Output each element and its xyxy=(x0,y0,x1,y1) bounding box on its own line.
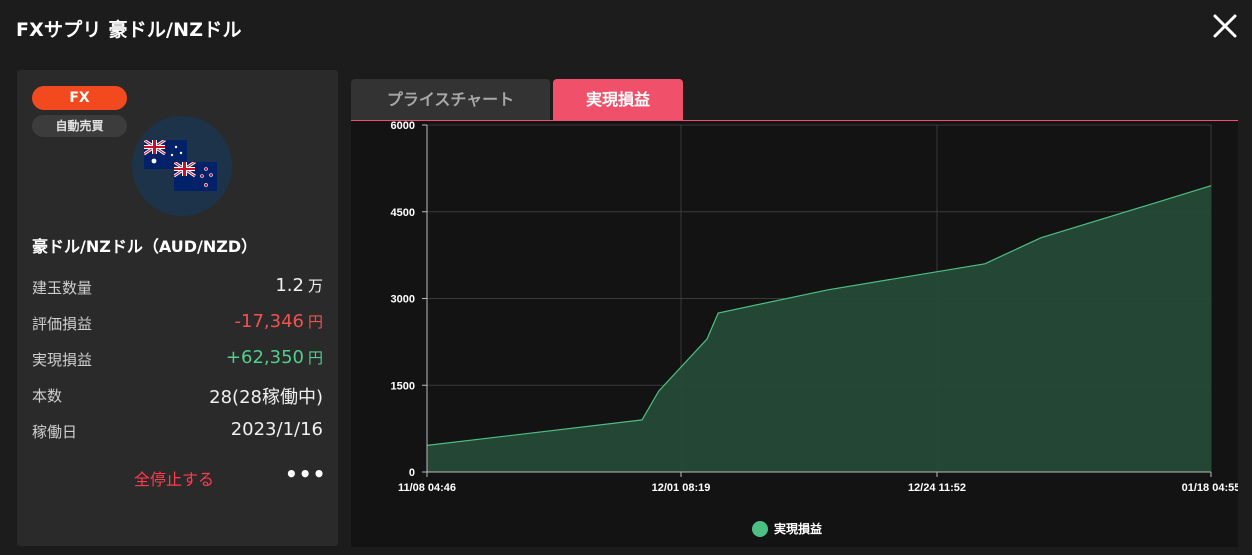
y-tick-label: 0 xyxy=(409,467,415,479)
dialog-title: FXサプリ 豪ドル/NZドル xyxy=(16,19,242,41)
strategy-count-label: 本数 xyxy=(32,387,63,405)
new-zealand-flag-icon xyxy=(174,162,217,191)
fx-detail-dialog: FXサプリ 豪ドル/NZドル FX 自動売買 豪ドル/NZドル（AUD/NZD）… xyxy=(0,0,1252,555)
x-tick-label: 11/08 04:46 xyxy=(398,482,456,494)
x-tick-label: 12/24 11:52 xyxy=(908,482,966,494)
currency-pair-flags xyxy=(132,116,232,216)
tab-price-chart[interactable]: プライスチャート xyxy=(351,79,550,121)
start-date-row: 稼働日 2023/1/16 xyxy=(32,418,323,444)
realized-pl-value: +62,350 円 xyxy=(225,347,323,368)
pair-info-panel: FX 自動売買 豪ドル/NZドル（AUD/NZD） 建玉数量 1.2 万 評価損… xyxy=(17,70,338,546)
more-options-icon[interactable]: ••• xyxy=(285,462,326,486)
start-date-label: 稼働日 xyxy=(32,423,78,441)
currency-pair-name: 豪ドル/NZドル（AUD/NZD） xyxy=(32,237,258,256)
position-quantity-value: 1.2 万 xyxy=(275,275,323,296)
y-tick-label: 3000 xyxy=(391,294,415,306)
unrealized-pl-row: 評価損益 -17,346 円 xyxy=(32,310,323,336)
x-tick-label: 01/18 04:55 xyxy=(1182,482,1238,494)
x-tick-label: 12/01 08:19 xyxy=(652,482,711,494)
close-icon[interactable] xyxy=(1211,12,1239,40)
y-tick-label: 4500 xyxy=(391,207,415,219)
legend-marker xyxy=(752,521,768,537)
realized-pl-row: 実現損益 +62,350 円 xyxy=(32,346,323,372)
legend-label: 実現損益 xyxy=(774,521,822,536)
unrealized-pl-value: -17,346 円 xyxy=(234,311,324,332)
position-quantity-row: 建玉数量 1.2 万 xyxy=(32,274,323,300)
position-quantity-label: 建玉数量 xyxy=(32,279,93,297)
fx-badge: FX xyxy=(32,86,127,110)
realized-pl-chart: 0 1500 3000 4500 6000 11/08 04:46 12/01 08:19 1… xyxy=(391,121,1238,537)
tab-realized-pl[interactable]: 実現損益 xyxy=(553,79,683,121)
realized-pl-label: 実現損益 xyxy=(32,351,93,369)
auto-trade-badge: 自動売買 xyxy=(32,115,127,137)
y-tick-label: 6000 xyxy=(391,121,415,132)
y-tick-label: 1500 xyxy=(391,380,415,392)
strategy-count-value: 28(28稼働中) xyxy=(209,387,323,408)
stop-all-button[interactable]: 全停止する xyxy=(134,466,214,490)
unrealized-pl-label: 評価損益 xyxy=(32,315,93,333)
strategy-count-row: 本数 28(28稼働中) xyxy=(32,382,323,408)
start-date-value: 2023/1/16 xyxy=(230,419,323,440)
series-area-realized-pl xyxy=(427,185,1211,472)
